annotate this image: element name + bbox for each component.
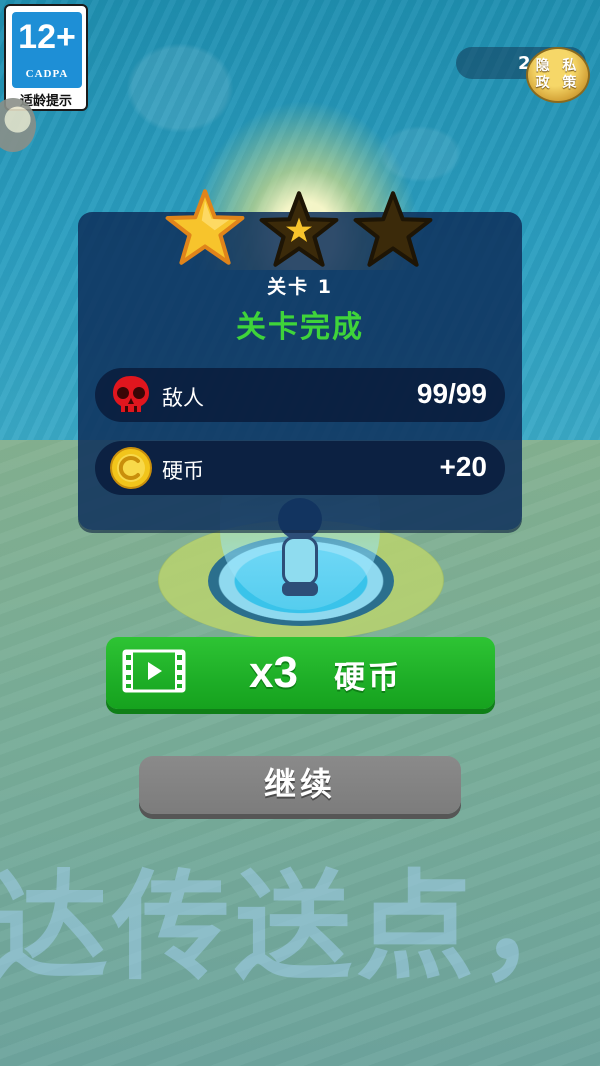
age-rating-panel: 12+ CADPA <box>12 12 82 88</box>
age-rating-badge[interactable]: 12+ CADPA 适龄提示 <box>4 4 88 111</box>
player-character-body <box>282 536 318 586</box>
enemies-label: 敌人 <box>162 386 204 410</box>
film-icon <box>122 649 186 693</box>
continue-button[interactable]: 继续 <box>139 756 461 814</box>
coins-value: +20 <box>439 451 488 482</box>
watch-video-triple-coins-button[interactable]: x3 硬币 <box>106 637 495 709</box>
coins-label: 硬币 <box>162 459 204 483</box>
player-character-feet <box>282 582 318 596</box>
enemies-value: 99/99 <box>416 378 487 409</box>
video-button-label: 硬币 <box>334 660 402 696</box>
level-label: 关卡 1 <box>267 276 333 298</box>
enemies-stat-row: 敌人 99/99 <box>95 368 505 422</box>
age-rating-number: 12+ <box>18 18 76 56</box>
scene-ground-text: 达传送点， <box>0 858 600 996</box>
star-empty-icon <box>258 190 340 268</box>
star-empty-icon <box>352 190 434 268</box>
level-status: 关卡完成 <box>236 310 364 345</box>
privacy-policy-button[interactable]: 隐 私 政 策 <box>526 47 590 103</box>
age-rating-org: CADPA <box>25 68 69 80</box>
coin-icon <box>109 446 153 490</box>
privacy-policy-label-2: 政 策 <box>535 75 581 91</box>
continue-button-label: 继续 <box>263 765 336 803</box>
privacy-policy-label-1: 隐 私 <box>535 57 581 74</box>
coins-stat-row: 硬币 +20 <box>95 441 505 495</box>
skull-icon <box>109 373 153 417</box>
star-filled-icon <box>164 188 246 266</box>
video-button-multiplier: x3 <box>249 648 298 697</box>
